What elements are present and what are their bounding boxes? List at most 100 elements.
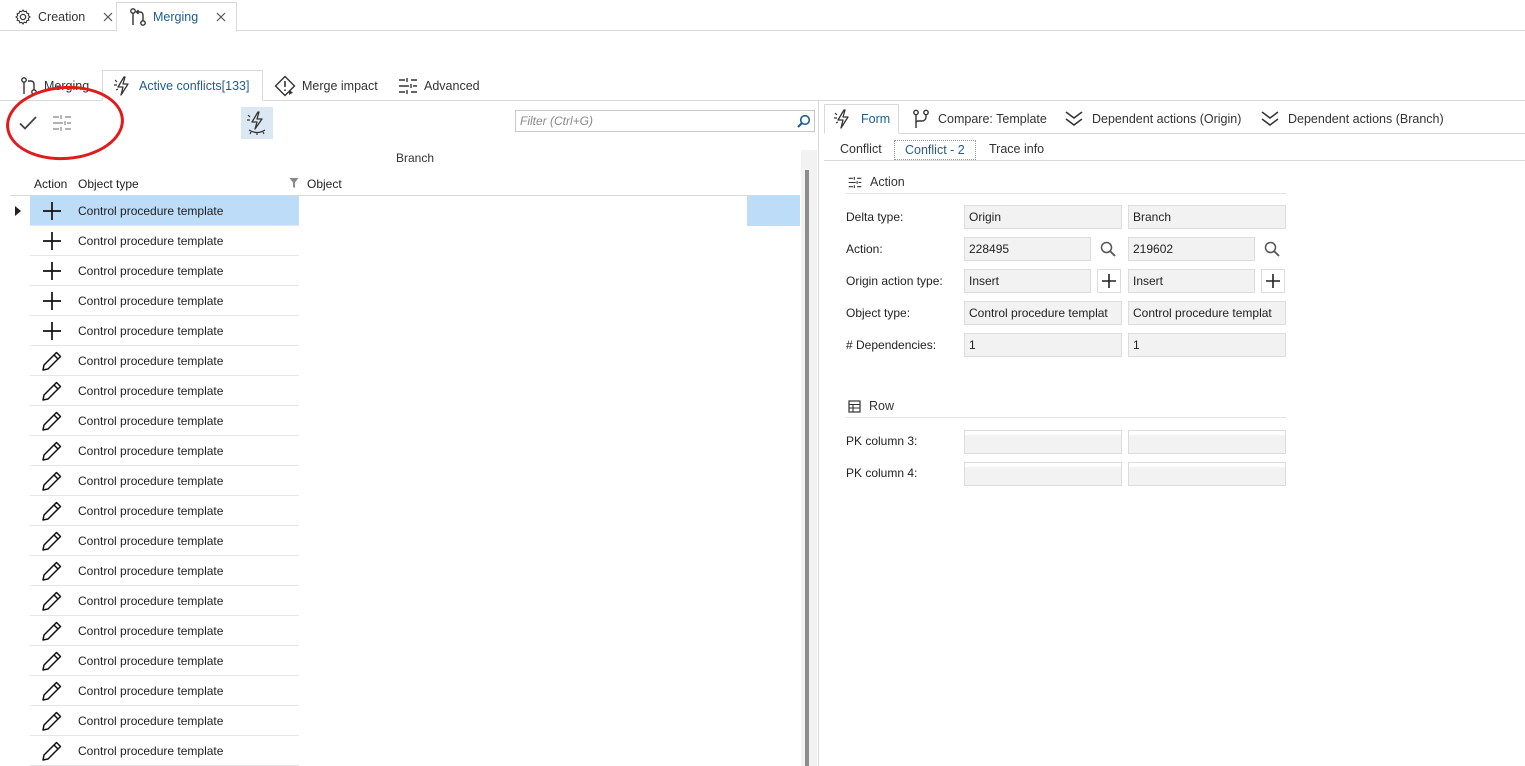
pencil-icon (30, 556, 74, 586)
checkmark-icon (18, 115, 38, 131)
search-icon[interactable] (1261, 238, 1283, 260)
conflict-icon (833, 109, 853, 129)
tab-label: Compare: Template (938, 112, 1047, 126)
cell-object-type: Control procedure template (74, 406, 299, 436)
pencil-icon (30, 706, 74, 736)
tab-label: Form (861, 112, 891, 126)
plus-icon (1261, 269, 1285, 293)
doc-tab-creation[interactable]: Creation (2, 2, 123, 31)
toggle-conflicts-button[interactable] (241, 107, 273, 139)
table-row[interactable]: Control procedure template (10, 526, 800, 556)
tab-form[interactable]: Form (824, 104, 900, 134)
subtab-conflict[interactable]: Conflict (830, 140, 892, 160)
origin-delta-type: Origin (964, 205, 1122, 229)
gear-icon (14, 8, 32, 26)
cell-object-type: Control procedure template (74, 466, 299, 496)
tab-label: Dependent actions (Branch) (1288, 112, 1444, 126)
table-row[interactable]: Control procedure template (10, 736, 800, 766)
tab-dependent-origin[interactable]: Dependent actions (Origin) (1056, 104, 1249, 134)
cell-object-type: Control procedure template (74, 556, 299, 586)
subtab-trace-info[interactable]: Trace info (979, 140, 1054, 160)
pencil-icon (30, 346, 74, 376)
table-icon (848, 399, 861, 413)
merging-tabs: Merging Active conflicts[133] Merge impa… (0, 70, 1525, 101)
tab-dependent-branch[interactable]: Dependent actions (Branch) (1252, 104, 1452, 134)
table-row[interactable]: Control procedure template (10, 436, 800, 466)
table-row[interactable]: Control procedure template (10, 676, 800, 706)
label-pk-column-4: PK column 4: (846, 466, 918, 480)
pencil-icon (30, 526, 74, 556)
filter-icon[interactable] (289, 177, 299, 189)
resolve-button[interactable] (47, 108, 77, 138)
pencil-icon (30, 616, 74, 646)
row-selection-highlight (747, 196, 800, 226)
conflict-eye-icon (245, 111, 269, 135)
branch-pk-column-4 (1128, 462, 1286, 486)
pencil-icon (30, 736, 74, 766)
band-header: Branch (395, 151, 435, 165)
section-divider (846, 193, 1286, 194)
plus-icon (30, 286, 74, 316)
close-icon[interactable] (214, 10, 228, 24)
table-row[interactable]: Control procedure template (10, 316, 800, 346)
accept-button[interactable] (13, 108, 43, 138)
tab-compare-template[interactable]: Compare: Template (904, 104, 1055, 134)
tab-merge-impact[interactable]: Merge impact (264, 70, 388, 101)
pencil-icon (30, 646, 74, 676)
scrollbar-thumb[interactable] (805, 170, 809, 766)
origin-dependencies: 1 (964, 333, 1122, 357)
tab-merging[interactable]: Merging (10, 70, 99, 101)
table-row[interactable]: Control procedure template (10, 496, 800, 526)
table-row[interactable]: Control procedure template (10, 226, 800, 256)
tab-active-conflicts[interactable]: Active conflicts[133] (102, 70, 263, 101)
plus-icon (30, 196, 74, 226)
doc-tab-label: Creation (38, 9, 86, 24)
origin-pk-column-4 (964, 462, 1122, 486)
origin-pk-column-3 (964, 430, 1122, 454)
table-row[interactable]: Control procedure template (10, 406, 800, 436)
cell-object-type: Control procedure template (74, 646, 299, 676)
table-row[interactable]: Control procedure template (10, 646, 800, 676)
resolve-icon (52, 114, 72, 132)
origin-action: 228495 (964, 237, 1091, 261)
table-row[interactable]: Control procedure template (10, 706, 800, 736)
merge-icon (129, 7, 147, 27)
label-dependencies: # Dependencies: (846, 338, 937, 352)
section-action: Action (848, 171, 905, 193)
close-icon[interactable] (101, 10, 115, 24)
branch-dependencies: 1 (1128, 333, 1286, 357)
column-header-object[interactable]: Object (307, 177, 342, 191)
column-header-object-type[interactable]: Object type (78, 177, 139, 191)
table-row[interactable]: Control procedure template (10, 466, 800, 496)
subtab-conflict-2[interactable]: Conflict - 2 (894, 140, 976, 160)
column-header-action[interactable]: Action (34, 177, 67, 191)
cell-object-type: Control procedure template (74, 586, 299, 616)
table-row[interactable]: Control procedure template (10, 286, 800, 316)
branch-delta-type: Branch (1128, 205, 1286, 229)
table-row[interactable]: Control procedure template (10, 346, 800, 376)
tab-advanced[interactable]: Advanced (388, 70, 490, 101)
table-row[interactable]: Control procedure template (10, 586, 800, 616)
filter-input[interactable] (516, 111, 794, 131)
filter-field[interactable] (515, 110, 815, 132)
table-row[interactable]: Control procedure template (10, 376, 800, 406)
branch-icon (912, 109, 930, 129)
search-icon[interactable] (794, 114, 814, 128)
search-icon[interactable] (1097, 238, 1119, 260)
table-row[interactable]: Control procedure template (10, 256, 800, 286)
table-row[interactable]: Control procedure template (10, 196, 800, 226)
cell-object-type: Control procedure template (74, 526, 299, 556)
conflict-subtabs: Conflict Conflict - 2 Trace info (824, 139, 1525, 161)
cell-object-type: Control procedure template (74, 676, 299, 706)
doc-tab-merging[interactable]: Merging (116, 2, 238, 32)
branch-pk-column-3 (1128, 430, 1286, 454)
label-delta-type: Delta type: (846, 210, 904, 224)
scrollbar-track[interactable] (801, 150, 817, 766)
grid-body: Control procedure template Control proced… (10, 196, 800, 766)
table-row[interactable]: Control procedure template (10, 616, 800, 646)
pencil-icon (30, 436, 74, 466)
table-row[interactable]: Control procedure template (10, 556, 800, 586)
panel-splitter[interactable] (818, 101, 819, 766)
pencil-icon (30, 496, 74, 526)
cell-object-type: Control procedure template (74, 196, 299, 226)
